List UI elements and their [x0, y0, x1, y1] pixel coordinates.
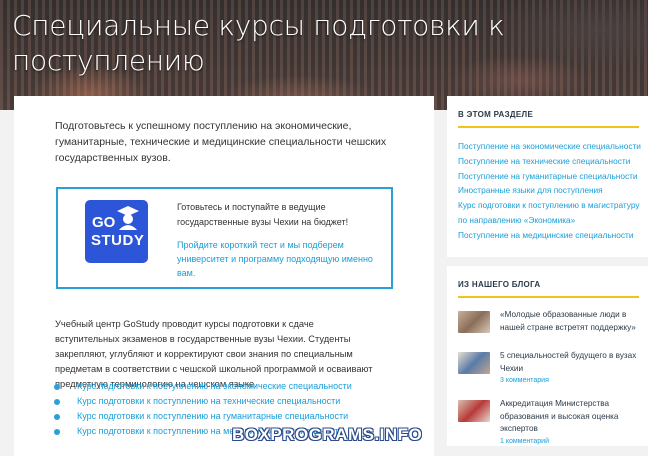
bullet-icon — [54, 384, 60, 390]
promo-link[interactable]: Пройдите короткий тест и мы подберем уни… — [177, 238, 382, 280]
sidebar-link[interactable]: Поступление на технические специальности — [458, 154, 643, 169]
course-link[interactable]: Курс подготовки к поступлению на гуманит… — [54, 409, 374, 424]
post-title[interactable]: Аккредитация Министерства образования и … — [500, 398, 645, 436]
sidebar-link[interactable]: по направлению «Экономика» — [458, 213, 643, 228]
post-thumbnail[interactable] — [458, 400, 490, 422]
post-title[interactable]: «Молодые образованные люди в нашей стран… — [500, 309, 645, 334]
bullet-icon — [54, 414, 60, 420]
graduate-icon — [117, 206, 139, 230]
sidebar-section-widget: В ЭТОМ РАЗДЕЛЕ Поступление на экономичес… — [447, 96, 648, 257]
course-link[interactable]: Курс подготовки к поступлению на экономи… — [54, 379, 374, 394]
heading-divider — [458, 296, 639, 298]
blog-heading: ИЗ НАШЕГО БЛОГА — [458, 280, 541, 289]
watermark: BOXPROGRAMS.INFO — [232, 425, 423, 444]
bullet-icon — [54, 429, 60, 435]
sidebar-link[interactable]: Курс подготовки к поступлению в магистра… — [458, 198, 643, 213]
hero-banner: Специальные курсы подготовки к поступлен… — [0, 0, 648, 110]
sidebar-blog-widget: ИЗ НАШЕГО БЛОГА «Молодые образованные лю… — [447, 266, 648, 446]
gostudy-logo: GO STUDY — [85, 200, 148, 263]
post-thumbnail[interactable] — [458, 352, 490, 374]
promo-box[interactable]: GO STUDY Готовьтесь и поступайте в ведущ… — [56, 187, 393, 289]
logo-text-study: STUDY — [91, 232, 145, 249]
page-title: Специальные курсы подготовки к поступлен… — [12, 9, 505, 77]
section-links: Поступление на экономические специальнос… — [458, 139, 643, 243]
post-title[interactable]: 5 специальностей будущего в вузах Чехии — [500, 350, 645, 375]
promo-title: Готовьтесь и поступайте в ведущие госуда… — [177, 202, 349, 227]
sidebar-link[interactable]: Поступление на медицинские специальности — [458, 228, 643, 243]
bullet-icon — [54, 399, 60, 405]
post-thumbnail[interactable] — [458, 311, 490, 333]
main-content: Подготовьтесь к успешному поступлению на… — [14, 96, 434, 456]
sidebar-link[interactable]: Поступление на гуманитарные специальност… — [458, 169, 643, 184]
heading-divider — [458, 126, 639, 128]
sidebar-link[interactable]: Иностранные языки для поступления — [458, 183, 643, 198]
intro-text: Подготовьтесь к успешному поступлению на… — [55, 120, 387, 164]
sidebar-link[interactable]: Поступление на экономические специальнос… — [458, 139, 643, 154]
post-comments[interactable]: 3 комментария — [500, 377, 549, 384]
section-heading: В ЭТОМ РАЗДЕЛЕ — [458, 110, 534, 119]
logo-text-go: GO — [92, 214, 116, 231]
course-link[interactable]: Курс подготовки к поступлению на техниче… — [54, 394, 374, 409]
